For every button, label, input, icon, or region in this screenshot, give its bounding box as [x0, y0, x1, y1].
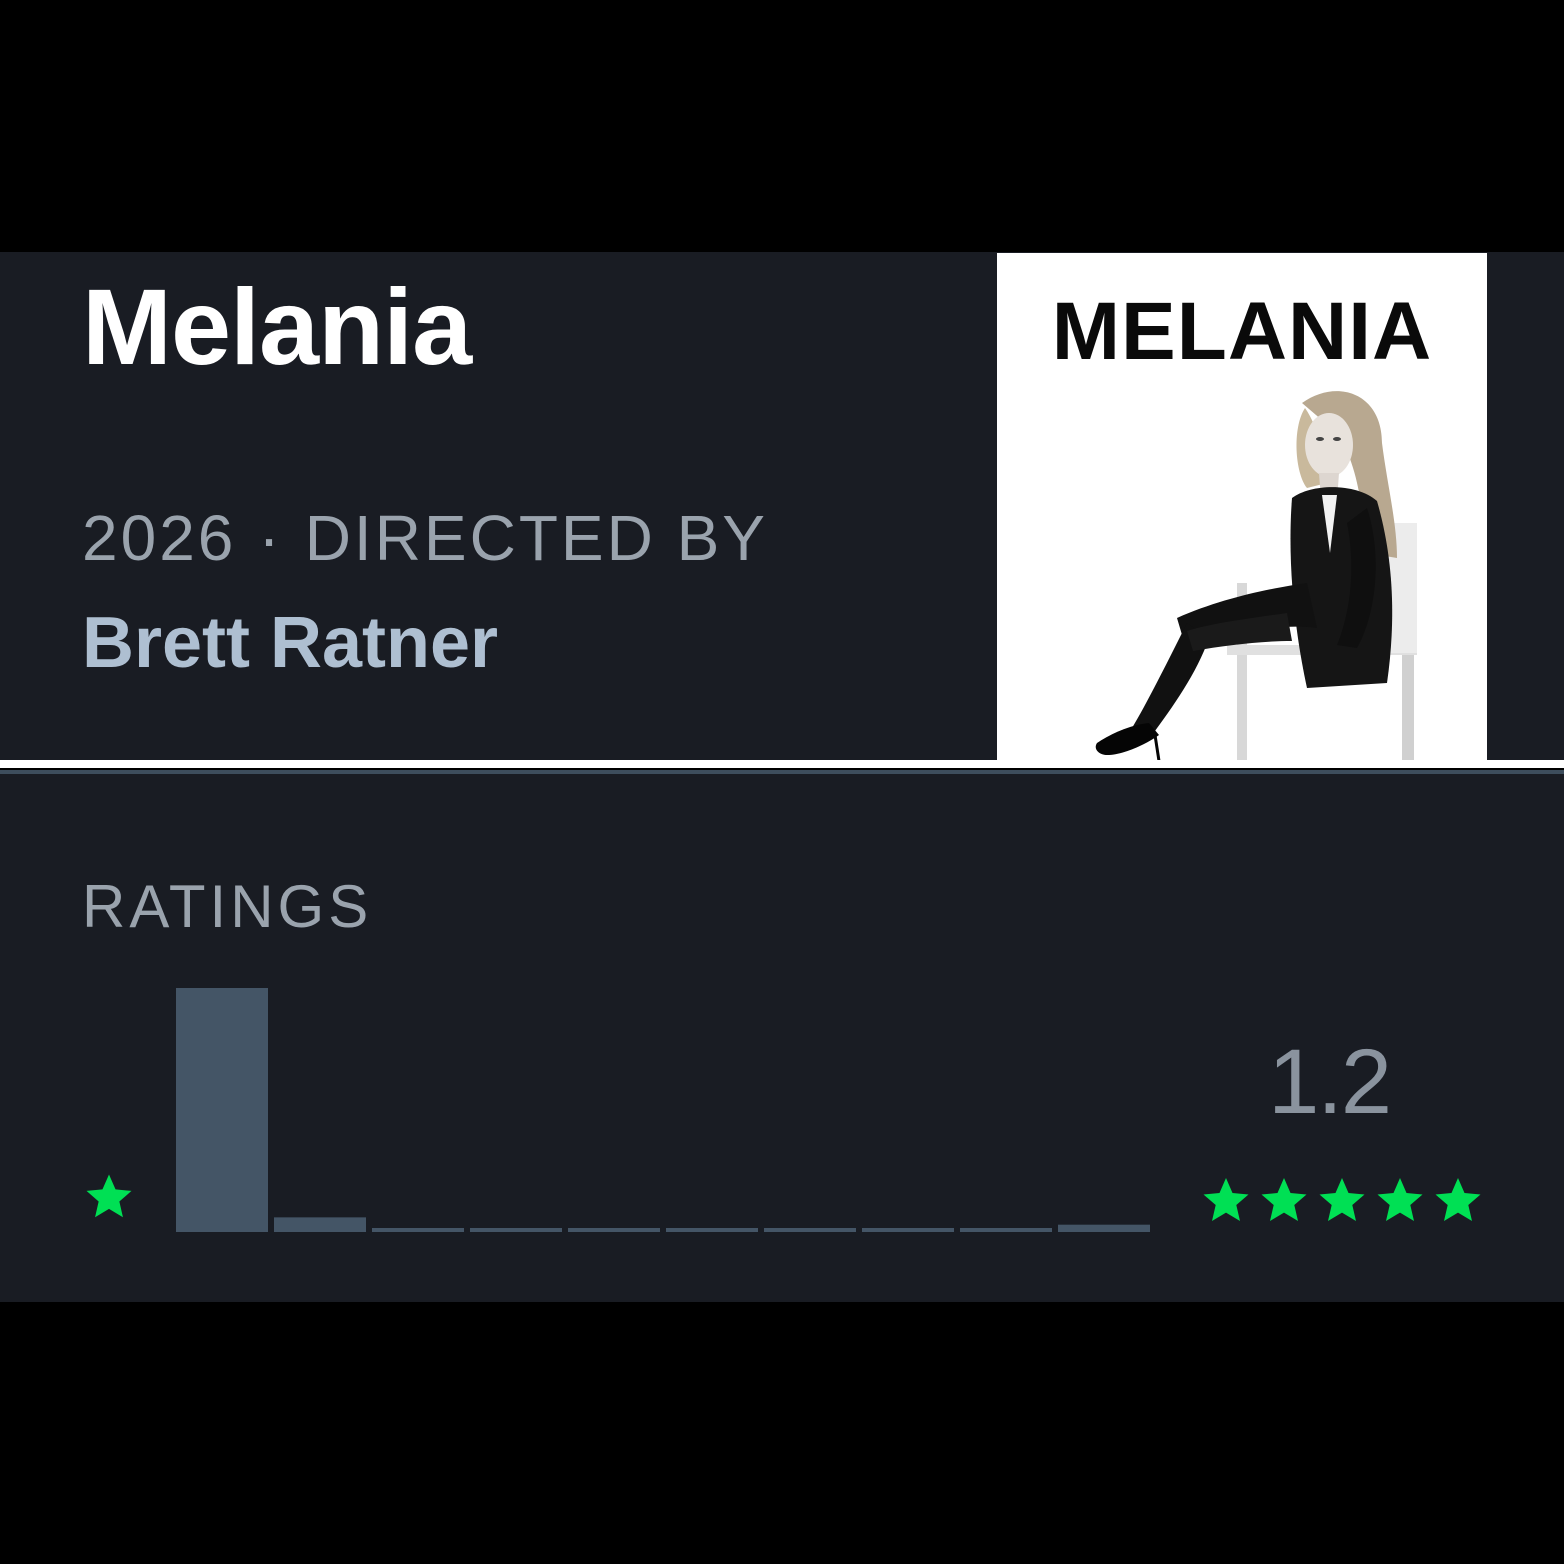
directed-by-label: DIRECTED BY: [304, 502, 768, 574]
histogram-bar-3.5[interactable]: [764, 1228, 856, 1232]
director-name[interactable]: Brett Ratner: [82, 600, 498, 686]
histogram-bar-1[interactable]: [274, 1217, 366, 1232]
section-divider: [0, 760, 1564, 768]
histogram-bar-2[interactable]: [470, 1228, 562, 1232]
histogram-bar-1.5[interactable]: [372, 1228, 464, 1232]
histogram-bar-5[interactable]: [1058, 1224, 1150, 1232]
histogram-bar-4.5[interactable]: [960, 1228, 1052, 1232]
film-poster[interactable]: MELANIA: [997, 253, 1487, 761]
histogram-bar-3[interactable]: [666, 1228, 758, 1232]
ratings-heading: RATINGS: [82, 873, 373, 940]
film-title[interactable]: Melania: [82, 267, 472, 387]
average-rating[interactable]: 1.2: [1200, 1030, 1392, 1135]
ratings-histogram[interactable]: [160, 960, 1170, 1240]
release-year[interactable]: 2026: [82, 502, 236, 574]
film-meta-line: 2026 · DIRECTED BY: [82, 500, 768, 577]
five-stars-icon: [1203, 1178, 1481, 1221]
poster-title: MELANIA: [1051, 286, 1433, 377]
histogram-bar-4[interactable]: [862, 1228, 954, 1232]
star-icon: [86, 1174, 132, 1218]
histogram-bar-0.5[interactable]: [176, 988, 268, 1232]
histogram-bar-2.5[interactable]: [568, 1228, 660, 1232]
meta-separator: ·: [258, 502, 283, 574]
star-icon-shape: [86, 1174, 132, 1218]
poster-portrait-image: [1095, 391, 1417, 761]
